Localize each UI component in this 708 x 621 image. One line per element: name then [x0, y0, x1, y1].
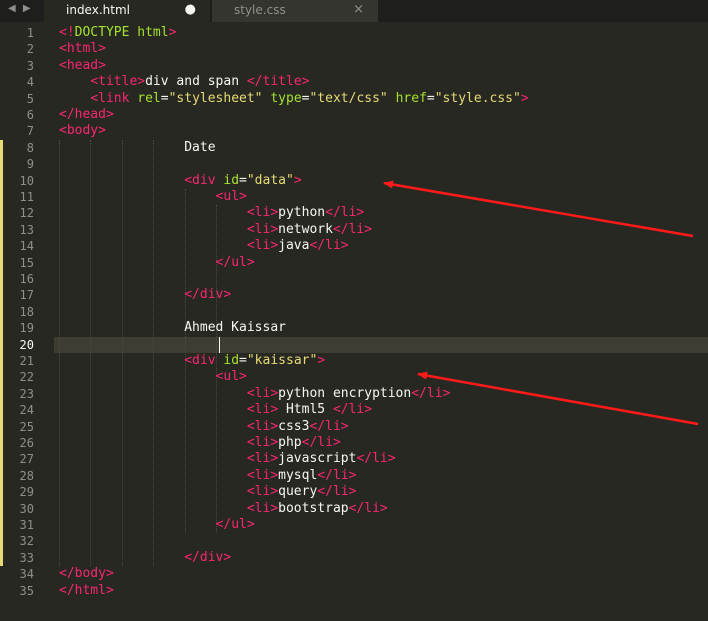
annotation-layer: [383, 180, 699, 426]
annotation-arrow-data-div: [383, 180, 694, 238]
annotation-arrow-kaissar-div: [417, 371, 699, 426]
